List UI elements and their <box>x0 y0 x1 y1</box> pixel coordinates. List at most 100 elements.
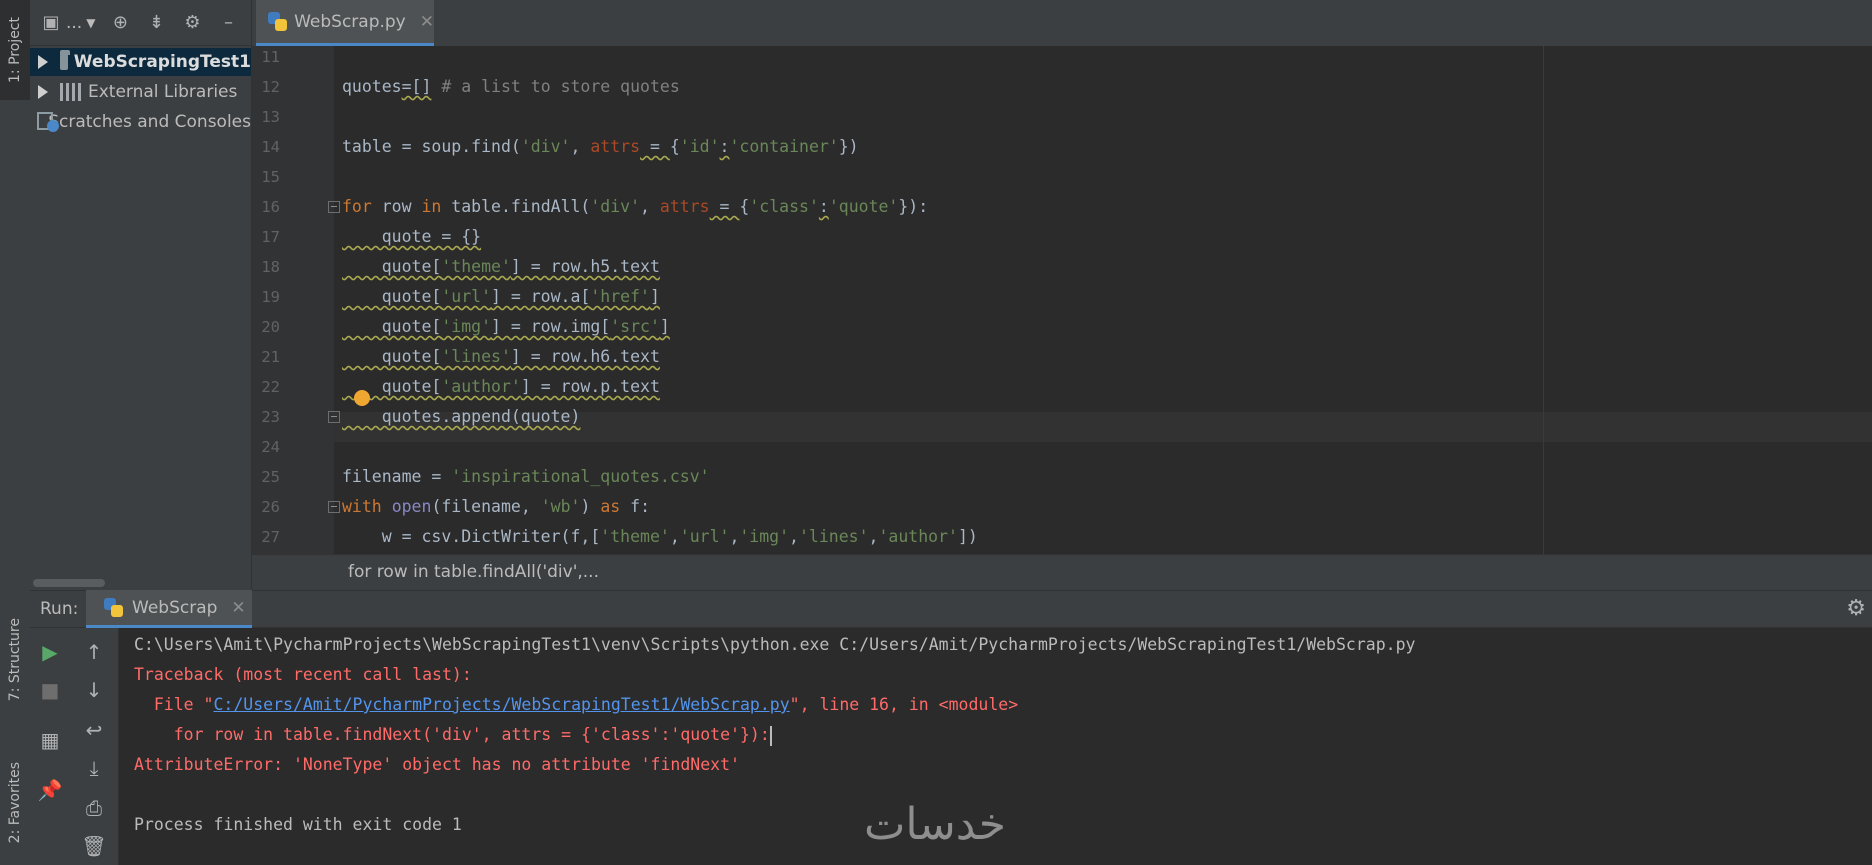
left-tool-strip: 1: Project 7: Structure 2: Favorites <box>0 0 31 865</box>
console-code-text: for row in table.findNext('div', attrs =… <box>134 725 770 744</box>
project-tool-tab[interactable]: 1: Project <box>0 0 30 100</box>
file-suffix: ", line 16, in <module> <box>789 695 1019 714</box>
line-number: 12 <box>261 78 280 96</box>
line-number: 14 <box>261 138 280 156</box>
line-number: 13 <box>261 108 280 126</box>
line-number: 27 <box>261 528 280 546</box>
tree-item-label: Scratches and Consoles <box>48 112 251 132</box>
favorites-tool-tab[interactable]: 2: Favorites <box>0 740 30 865</box>
text-caret <box>769 725 772 746</box>
code-line: with open(filename, 'wb') as f: <box>342 497 651 516</box>
soft-wrap-icon[interactable]: ↩ <box>80 716 108 744</box>
collapse-all-icon[interactable]: ⇟ <box>145 12 167 34</box>
code-line: filename = 'inspirational_quotes.csv' <box>342 467 710 486</box>
up-arrow-icon[interactable]: ↑ <box>80 638 108 666</box>
line-number: 17 <box>261 228 280 246</box>
editor-tab-label: WebScrap.py <box>294 11 406 32</box>
line-number: 18 <box>261 258 280 276</box>
tree-item-external-libraries[interactable]: External Libraries <box>30 78 251 106</box>
gear-icon[interactable]: ⚙ <box>181 12 203 34</box>
expand-arrow-icon[interactable] <box>38 85 48 99</box>
file-prefix: File " <box>134 695 214 714</box>
down-arrow-icon[interactable]: ↓ <box>80 676 108 704</box>
console-command-line: C:\Users\Amit\PycharmProjects\WebScrapin… <box>134 635 1416 654</box>
line-number: 25 <box>261 468 280 486</box>
structure-tool-tab-label: 7: Structure <box>7 618 23 702</box>
code-line: quote['author'] = row.p.text <box>342 377 660 396</box>
scroll-to-end-icon[interactable]: ⤓ <box>80 754 108 782</box>
line-number: 19 <box>261 288 280 306</box>
tree-item-label: External Libraries <box>88 82 238 102</box>
line-number: 22 <box>261 378 280 396</box>
expand-arrow-icon[interactable] <box>38 55 48 69</box>
code-line: w = csv.DictWriter(f,['theme','url','img… <box>342 527 978 546</box>
console-code-line: for row in table.findNext('div', attrs =… <box>134 720 772 750</box>
trash-icon[interactable]: 🗑 <box>80 832 108 860</box>
project-view-dropdown[interactable]: ▣ ... ▼ <box>40 12 95 34</box>
line-number: 21 <box>261 348 280 366</box>
console-error-line: AttributeError: 'NoneType' object has no… <box>134 755 740 774</box>
print-icon[interactable]: ⎙ <box>80 794 108 822</box>
line-number: 11 <box>261 48 280 66</box>
stop-icon[interactable]: ■ <box>36 676 64 704</box>
project-tool-tab-label: 1: Project <box>7 17 23 83</box>
chevron-down-icon: ▼ <box>86 15 96 30</box>
console-traceback-line: Traceback (most recent call last): <box>134 665 472 684</box>
console-exit-line: Process finished with exit code 1 <box>134 815 462 834</box>
project-horizontal-scrollbar[interactable] <box>33 579 105 587</box>
line-number: 20 <box>261 318 280 336</box>
console-file-line: File "C:/Users/Amit/PycharmProjects/WebS… <box>134 690 1018 720</box>
code-line: quote['lines'] = row.h6.text <box>342 347 660 366</box>
pin-icon[interactable]: 📌 <box>36 776 64 804</box>
code-line: quotes.append(quote) <box>342 407 581 426</box>
rerun-icon[interactable]: ▶ <box>36 638 64 666</box>
run-toolbar-primary: ▶ ■ ▦ 📌 <box>30 628 70 865</box>
gear-icon[interactable]: ⚙ <box>1846 596 1866 621</box>
fold-marker-icon[interactable] <box>328 501 340 513</box>
lightbulb-icon[interactable] <box>354 390 370 406</box>
run-panel-label: Run: <box>40 599 79 619</box>
line-number: 15 <box>261 168 280 186</box>
code-line: quotes=[] # a list to store quotes <box>342 77 680 96</box>
hide-icon[interactable]: – <box>217 12 239 34</box>
code-line: quote = {} <box>342 227 482 246</box>
fold-marker-icon[interactable] <box>328 411 340 423</box>
editor-tab-webscrap[interactable]: WebScrap.py ✕ <box>256 0 434 46</box>
line-number: 16 <box>261 198 280 216</box>
close-icon[interactable]: ✕ <box>231 598 245 618</box>
scratches-icon <box>37 112 60 132</box>
locate-icon[interactable]: ⊕ <box>109 12 131 34</box>
breadcrumb[interactable]: for row in table.findAll('div',... <box>348 554 599 590</box>
layout-icon[interactable]: ▦ <box>36 726 64 754</box>
python-file-icon <box>268 11 288 32</box>
structure-tool-tab[interactable]: 7: Structure <box>0 600 30 720</box>
tree-item-label: WebScrapingTest1 <box>73 52 251 72</box>
code-line: quote['theme'] = row.h5.text <box>342 257 660 276</box>
python-file-icon <box>104 597 124 618</box>
editor-tab-bar <box>252 0 1872 47</box>
run-toolbar-secondary: ↑ ↓ ↩ ⤓ ⎙ 🗑 <box>70 628 119 865</box>
traceback-file-link[interactable]: C:/Users/Amit/PycharmProjects/WebScrapin… <box>213 695 789 714</box>
code-line: table = soup.find('div', attrs = {'id':'… <box>342 137 859 156</box>
code-line: quote['img'] = row.img['src'] <box>342 317 670 336</box>
project-toolbar: ▣ ... ▼ ⊕ ⇟ ⚙ – <box>30 0 251 46</box>
favorites-tool-tab-label: 2: Favorites <box>7 761 23 844</box>
run-tab-label: WebScrap <box>132 597 218 618</box>
library-icon <box>60 83 82 101</box>
fold-marker-icon[interactable] <box>328 201 340 213</box>
code-line: for row in table.findAll('div', attrs = … <box>342 197 929 216</box>
project-view-dropdown-label: ... <box>66 12 83 33</box>
project-view-icon: ▣ <box>42 12 60 33</box>
close-icon[interactable]: ✕ <box>420 12 434 32</box>
tree-item-scratches[interactable]: Scratches and Consoles <box>30 108 251 136</box>
watermark-logo: خدسات <box>864 799 1006 850</box>
line-number: 24 <box>261 438 280 456</box>
tree-item-project-root[interactable]: WebScrapingTest1 <box>30 48 251 76</box>
run-panel-header <box>30 590 1872 628</box>
line-number: 26 <box>261 498 280 516</box>
line-number: 23 <box>261 408 280 426</box>
folder-icon <box>60 50 70 70</box>
code-line: quote['url'] = row.a['href'] <box>342 287 660 306</box>
run-tab-webscrap[interactable]: WebScrap ✕ <box>86 590 252 628</box>
right-margin-guide <box>1543 46 1544 554</box>
